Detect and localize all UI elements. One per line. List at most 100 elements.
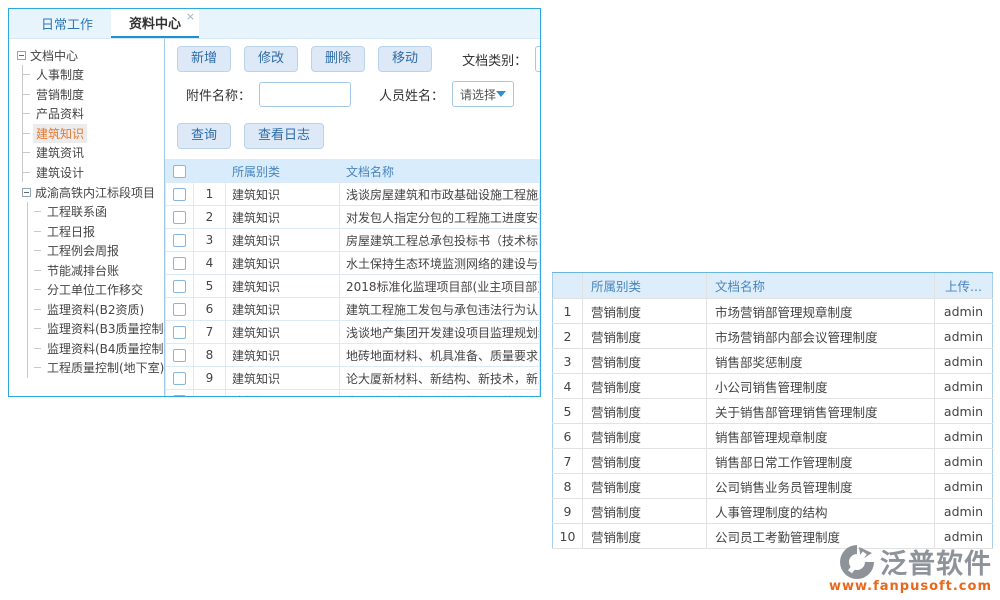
- tab-data-center[interactable]: 资料中心 ×: [111, 9, 199, 38]
- table-row[interactable]: 6建筑知识建筑工程施工发包与承包违法行为认定...: [166, 298, 540, 321]
- row-doc-name: 销售部日常工作管理制度: [707, 449, 935, 474]
- table-header-row: 所属别类 文档名称 上传...: [553, 273, 993, 299]
- row-category: 建筑知识: [226, 252, 340, 275]
- project-item-label: 工程质量控制(地下室): [44, 358, 165, 377]
- brand-url[interactable]: www.fanpusoft.com: [829, 579, 992, 594]
- project-item-label: 监理资料(B4质量控制): [44, 339, 165, 358]
- row-checkbox[interactable]: [173, 257, 186, 270]
- view-log-button[interactable]: 查看日志: [244, 123, 324, 149]
- collapse-icon[interactable]: [22, 188, 31, 197]
- query-button[interactable]: 查询: [177, 123, 231, 149]
- row-category: 营销制度: [583, 499, 707, 524]
- row-category: 建筑知识: [226, 321, 340, 344]
- project-item-label: 监理资料(B2资质): [44, 300, 147, 319]
- row-doc-name: 关于销售部管理销售管理制度: [707, 399, 935, 424]
- table-row[interactable]: 2建筑知识对发包人指定分包的工程施工进度安排...: [166, 206, 540, 229]
- table-row[interactable]: 9营销制度人事管理制度的结构admin: [553, 499, 993, 524]
- row-number: 3: [553, 349, 583, 374]
- table-row[interactable]: 1营销制度市场营销部管理规章制度admin: [553, 299, 993, 324]
- table-row[interactable]: 10建筑知识大厦地下室加气砼墙砌筑工程的施工方...: [166, 390, 540, 397]
- project-item[interactable]: 工程例会周报: [28, 241, 164, 261]
- table-row[interactable]: 3建筑知识房屋建筑工程总承包投标书（技术标）...: [166, 229, 540, 252]
- row-number: 9: [553, 499, 583, 524]
- row-category: 建筑知识: [226, 183, 340, 206]
- project-item[interactable]: 监理资料(B4质量控制): [28, 339, 164, 359]
- row-checkbox[interactable]: [173, 303, 186, 316]
- row-uploader: admin: [935, 449, 993, 474]
- sidebar-item[interactable]: 建筑知识: [23, 124, 164, 144]
- row-checkbox[interactable]: [173, 349, 186, 362]
- row-number: 2: [553, 324, 583, 349]
- row-checkbox[interactable]: [173, 395, 186, 396]
- table-header-row: 所属别类 文档名称: [166, 160, 540, 183]
- sidebar-item[interactable]: 产品资料: [23, 104, 164, 124]
- project-item[interactable]: 分工单位工作移交: [28, 280, 164, 300]
- table-row[interactable]: 2营销制度市场营销部内部会议管理制度admin: [553, 324, 993, 349]
- table-row[interactable]: 5建筑知识2018标准化监理项目部(业主项目部)人员...: [166, 275, 540, 298]
- tab-daily-work[interactable]: 日常工作: [23, 9, 111, 38]
- tree-root-project[interactable]: 成渝高铁内江标段项目: [22, 182, 164, 202]
- row-doc-name: 地砖地面材料、机具准备、质量要求及...: [340, 344, 540, 367]
- table-row[interactable]: 7营销制度销售部日常工作管理制度admin: [553, 449, 993, 474]
- sidebar-item[interactable]: 建筑资讯: [23, 143, 164, 163]
- table-row[interactable]: 1建筑知识浅谈房屋建筑和市政基础设施工程施工...: [166, 183, 540, 206]
- tree-project-children: 工程联系函工程日报工程例会周报节能减排台账分工单位工作移交监理资料(B2资质)监…: [27, 202, 164, 378]
- move-button[interactable]: 移动: [378, 46, 432, 72]
- sidebar-item-label: 建筑设计: [33, 163, 87, 182]
- project-item[interactable]: 节能减排台账: [28, 261, 164, 281]
- row-checkbox[interactable]: [173, 372, 186, 385]
- person-name-value: 请选择: [460, 86, 496, 103]
- sidebar-item[interactable]: 营销制度: [23, 85, 164, 105]
- building-knowledge-table: 所属别类 文档名称 1建筑知识浅谈房屋建筑和市政基础设施工程施工...2建筑知识…: [165, 159, 540, 396]
- tree-root-document-center[interactable]: 文档中心: [17, 45, 164, 65]
- row-checkbox[interactable]: [173, 234, 186, 247]
- table-row[interactable]: 7建筑知识浅谈地产集团开发建设项目监理规划编...: [166, 321, 540, 344]
- col-header-doc-name: 文档名称: [340, 160, 540, 183]
- doc-category-select[interactable]: 请选择: [535, 46, 540, 72]
- row-category: 建筑知识: [226, 229, 340, 252]
- row-checkbox[interactable]: [173, 326, 186, 339]
- collapse-icon[interactable]: [17, 51, 26, 60]
- tree-root-label: 文档中心: [30, 47, 78, 64]
- row-checkbox[interactable]: [173, 211, 186, 224]
- sidebar-item[interactable]: 建筑设计: [23, 163, 164, 183]
- add-button[interactable]: 新增: [177, 46, 231, 72]
- row-checkbox[interactable]: [173, 280, 186, 293]
- project-item[interactable]: 工程质量控制(地下室): [28, 358, 164, 378]
- table-row[interactable]: 5营销制度关于销售部管理销售管理制度admin: [553, 399, 993, 424]
- table-row[interactable]: 4建筑知识水土保持生态环境监测网络的建设与资...: [166, 252, 540, 275]
- tab-close-icon[interactable]: ×: [186, 11, 195, 22]
- row-doc-name: 人事管理制度的结构: [707, 499, 935, 524]
- table-row[interactable]: 4营销制度小公司销售管理制度admin: [553, 374, 993, 399]
- row-category: 营销制度: [583, 474, 707, 499]
- table-row[interactable]: 3营销制度销售部奖惩制度admin: [553, 349, 993, 374]
- project-item[interactable]: 监理资料(B2资质): [28, 300, 164, 320]
- delete-button[interactable]: 删除: [311, 46, 365, 72]
- person-name-select[interactable]: 请选择: [452, 81, 514, 107]
- toolbar-row-1: 新增 修改 删除 移动 文档类别： 请选择 文档: [177, 46, 540, 72]
- attachment-name-input[interactable]: [259, 82, 351, 107]
- select-all-checkbox[interactable]: [173, 165, 186, 178]
- project-item-label: 工程日报: [44, 222, 98, 241]
- project-item[interactable]: 工程日报: [28, 222, 164, 242]
- row-category: 建筑知识: [226, 390, 340, 397]
- row-category: 营销制度: [583, 324, 707, 349]
- table-row[interactable]: 9建筑知识论大厦新材料、新结构、新技术，新工...: [166, 367, 540, 390]
- project-item[interactable]: 工程联系函: [28, 202, 164, 222]
- sidebar-item-label: 营销制度: [33, 85, 87, 104]
- tab-bar: 日常工作 资料中心 ×: [9, 9, 540, 39]
- row-uploader: admin: [935, 324, 993, 349]
- project-item[interactable]: 监理资料(B3质量控制): [28, 319, 164, 339]
- table-row[interactable]: 8营销制度公司销售业务员管理制度admin: [553, 474, 993, 499]
- table-row[interactable]: 6营销制度销售部管理规章制度admin: [553, 424, 993, 449]
- table-row[interactable]: 8建筑知识地砖地面材料、机具准备、质量要求及...: [166, 344, 540, 367]
- edit-button[interactable]: 修改: [244, 46, 298, 72]
- fanpu-logo-icon: [838, 543, 876, 581]
- row-checkbox[interactable]: [173, 188, 186, 201]
- sidebar-item[interactable]: 人事制度: [23, 65, 164, 85]
- row-uploader: admin: [935, 474, 993, 499]
- row-doc-name: 大厦地下室加气砼墙砌筑工程的施工方...: [340, 390, 540, 397]
- row-uploader: admin: [935, 499, 993, 524]
- toolbar-row-2: 附件名称： 人员姓名： 请选择 上传日期: [177, 81, 540, 107]
- row-number: 1: [194, 183, 226, 206]
